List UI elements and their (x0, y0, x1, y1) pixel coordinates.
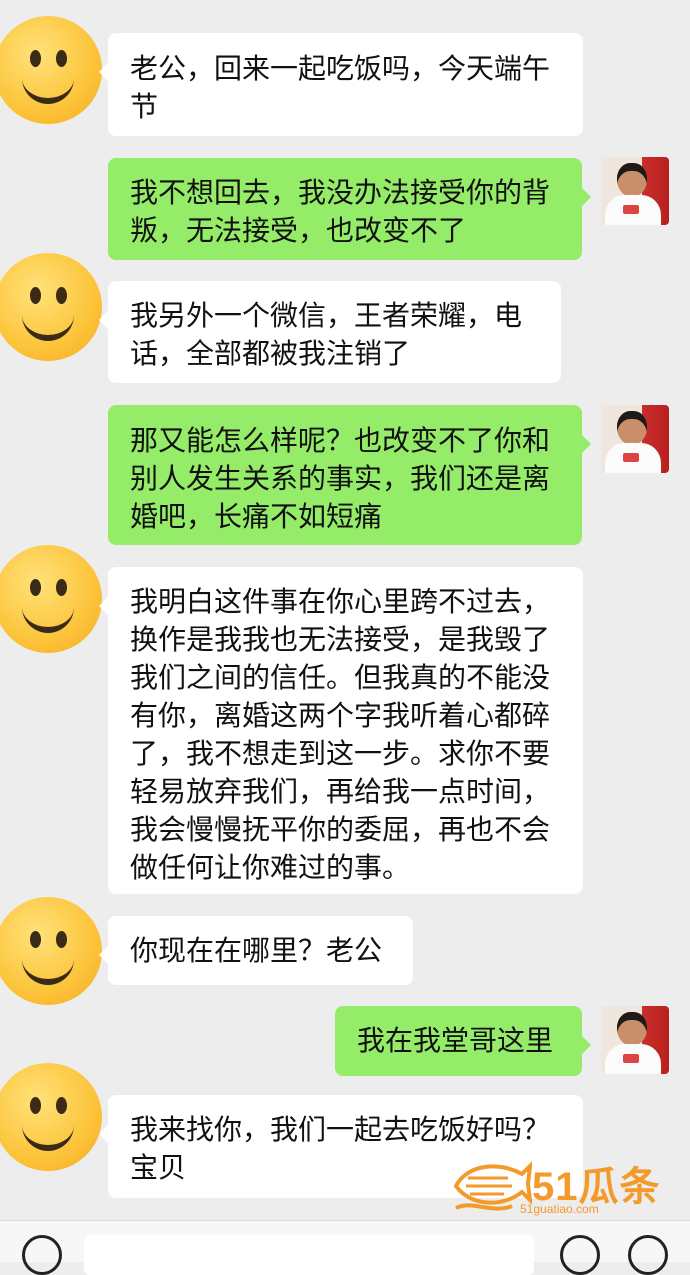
message-text: 我在我堂哥这里 (357, 1024, 554, 1057)
watermark-url: 51guatiao.com (520, 1202, 599, 1216)
message-text: 你现在在哪里？老公 (130, 934, 383, 967)
chat-bubble[interactable]: 你现在在哪里？老公 (99, 916, 413, 985)
message-input[interactable] (84, 1235, 534, 1275)
emoji-icon[interactable] (560, 1235, 600, 1275)
message-text: 老公，回来一起吃饭吗，今天端午节 (130, 52, 551, 123)
chat-bubble[interactable]: 我明白这件事在你心里跨不过去，换作是我我也无法接受，是我毁了我们之间的信任。但我… (99, 567, 583, 894)
smiley-face-icon[interactable] (0, 1063, 102, 1171)
user-avatar[interactable] (601, 405, 669, 473)
chat-bubble[interactable]: 老公，回来一起吃饭吗，今天端午节 (99, 33, 583, 136)
smiley-face-icon[interactable] (0, 16, 102, 124)
message-text: 我不想回去，我没办法接受你的背叛，无法接受，也改变不了 (130, 176, 551, 247)
user-avatar[interactable] (601, 1006, 669, 1074)
plus-icon[interactable] (628, 1235, 668, 1275)
smiley-face-icon[interactable] (0, 253, 102, 361)
voice-icon[interactable] (22, 1235, 62, 1275)
chat-bubble[interactable]: 我不想回去，我没办法接受你的背叛，无法接受，也改变不了 (108, 158, 591, 260)
chat-bubble[interactable]: 我在我堂哥这里 (335, 1006, 591, 1076)
chat-bubble[interactable]: 我另外一个微信，王者荣耀，电话，全部都被我注销了 (99, 281, 561, 383)
user-avatar[interactable] (601, 157, 669, 225)
chat-bubble[interactable]: 那又能怎么样呢？也改变不了你和别人发生关系的事实，我们还是离婚吧，长痛不如短痛 (108, 405, 591, 545)
chat-input-bar (0, 1220, 690, 1275)
message-text: 我明白这件事在你心里跨不过去，换作是我我也无法接受，是我毁了我们之间的信任。但我… (130, 585, 551, 884)
message-text: 那又能怎么样呢？也改变不了你和别人发生关系的事实，我们还是离婚吧，长痛不如短痛 (130, 424, 551, 533)
message-text: 我另外一个微信，王者荣耀，电话，全部都被我注销了 (130, 299, 523, 370)
smiley-face-icon[interactable] (0, 545, 102, 653)
smiley-face-icon[interactable] (0, 897, 102, 1005)
watermark-logo: 51瓜条 51guatiao.com (452, 1150, 672, 1220)
